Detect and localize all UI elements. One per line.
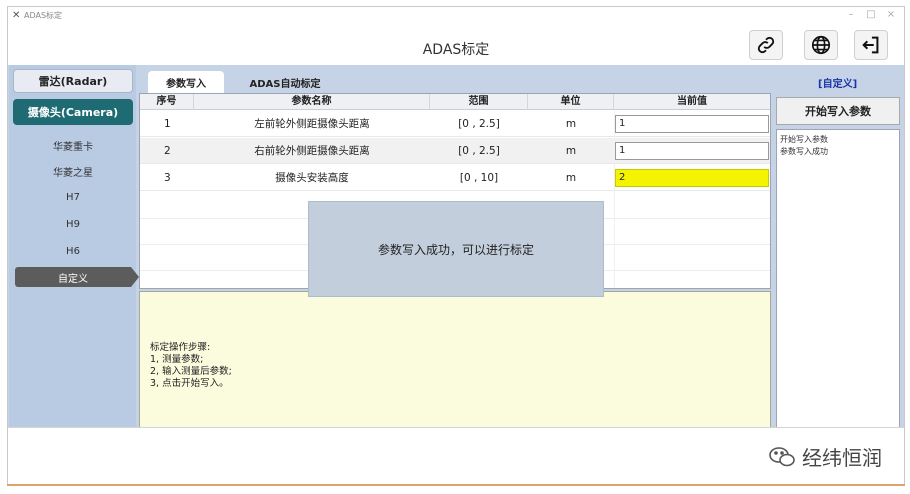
sidebar: 雷达(Radar) 摄像头(Camera) 华菱重卡 华菱之星 H7 H9 H6… [9, 65, 139, 427]
row-unit: m [565, 118, 577, 130]
title-bar: ✕ ADAS标定 – □ × [8, 7, 904, 25]
instructions-heading: 标定操作步骤: [150, 342, 211, 353]
column-header-value: 当前值 [677, 96, 707, 107]
tab-param-write[interactable]: 参数写入 [148, 71, 224, 93]
row-param-name: 右前轮外侧距摄像头距离 [254, 145, 370, 157]
sidebar-subitem-hualing-star[interactable]: 华菱之星 [15, 161, 131, 181]
row-index: 2 [164, 145, 171, 157]
sidebar-item-radar[interactable]: 雷达(Radar) [13, 69, 133, 93]
instructions-step: 3, 点击开始写入。 [150, 378, 229, 389]
language-button[interactable] [804, 30, 838, 60]
row-range: [0 , 2.5] [458, 145, 500, 157]
link-button[interactable] [749, 30, 783, 60]
watermark-text: 经纬恒润 [802, 446, 882, 470]
sidebar-subitem-h9[interactable]: H9 [15, 214, 131, 234]
table-row: 1 左前轮外侧距摄像头距离 [0 , 2.5] m 1 [140, 111, 770, 137]
sidebar-subitem-custom[interactable]: 自定义 [15, 267, 139, 287]
column-header-range: 范围 [430, 94, 528, 110]
wechat-icon [769, 446, 795, 466]
row-unit: m [565, 172, 577, 184]
instructions-step: 2, 输入测量后参数; [150, 366, 232, 377]
footer: 经纬恒润 [8, 427, 904, 485]
column-header-index: 序号 [140, 94, 194, 110]
tab-bar: 参数写入 ADAS自动标定 [140, 69, 772, 93]
row-param-name: 摄像头安装高度 [275, 172, 349, 184]
minimize-button[interactable]: – [844, 9, 858, 20]
grid-line [614, 110, 615, 288]
watermark: 经纬恒润 [768, 442, 882, 471]
table-header: 序号 参数名称 范围 单位 当前值 [140, 94, 770, 110]
log-line: 开始写入参数 [780, 135, 828, 144]
value-input-right-wheel[interactable]: 1 [615, 142, 769, 160]
log-panel[interactable]: 开始写入参数 参数写入成功 [776, 129, 900, 429]
row-range: [0 , 2.5] [458, 118, 500, 130]
success-toast: 参数写入成功，可以进行标定 [308, 201, 604, 297]
exit-button[interactable] [854, 30, 888, 60]
sidebar-subitem-h7[interactable]: H7 [15, 187, 131, 207]
sidebar-subitem-h6[interactable]: H6 [15, 241, 131, 261]
value-input-camera-height[interactable]: 2 [615, 169, 769, 187]
app-window: ✕ ADAS标定 – □ × ADAS标定 雷达(Radar) 摄像头(Came… [7, 6, 905, 486]
sidebar-subitem-hualing-heavy[interactable]: 华菱重卡 [15, 135, 131, 155]
instructions-text: 标定操作步骤: 1, 测量参数; 2, 输入测量后参数; 3, 点击开始写入。 [150, 342, 232, 390]
maximize-button[interactable]: □ [864, 9, 878, 20]
sidebar-item-camera[interactable]: 摄像头(Camera) [13, 99, 133, 125]
exit-icon [862, 36, 879, 54]
tab-adas-auto-calibration[interactable]: ADAS自动标定 [240, 71, 330, 93]
link-icon [757, 36, 775, 54]
bottom-accent-bar [7, 484, 905, 486]
log-line: 参数写入成功 [780, 147, 828, 156]
tools-icon: ✕ [12, 10, 21, 21]
globe-icon [811, 35, 831, 55]
table-row: 2 右前轮外侧距摄像头距离 [0 , 2.5] m 1 [140, 138, 770, 164]
row-index: 3 [164, 172, 171, 184]
row-param-name: 左前轮外侧距摄像头距离 [254, 118, 370, 130]
value-input-left-wheel[interactable]: 1 [615, 115, 769, 133]
instructions-panel: 标定操作步骤: 1, 测量参数; 2, 输入测量后参数; 3, 点击开始写入。 [139, 291, 771, 429]
close-button[interactable]: × [884, 9, 898, 20]
row-range: [0 , 10] [459, 172, 499, 184]
start-write-button[interactable]: 开始写入参数 [776, 97, 900, 125]
toast-message: 参数写入成功，可以进行标定 [377, 242, 534, 257]
window-title: ADAS标定 [24, 11, 63, 20]
column-header-name: 参数名称 [194, 94, 430, 110]
header: ADAS标定 [8, 25, 904, 65]
custom-link[interactable]: [自定义] [818, 75, 857, 90]
row-index: 1 [164, 118, 171, 130]
table-row: 3 摄像头安装高度 [0 , 10] m 2 [140, 165, 770, 191]
column-header-unit: 单位 [528, 94, 614, 110]
row-unit: m [565, 145, 577, 157]
instructions-step: 1, 测量参数; [150, 354, 204, 365]
